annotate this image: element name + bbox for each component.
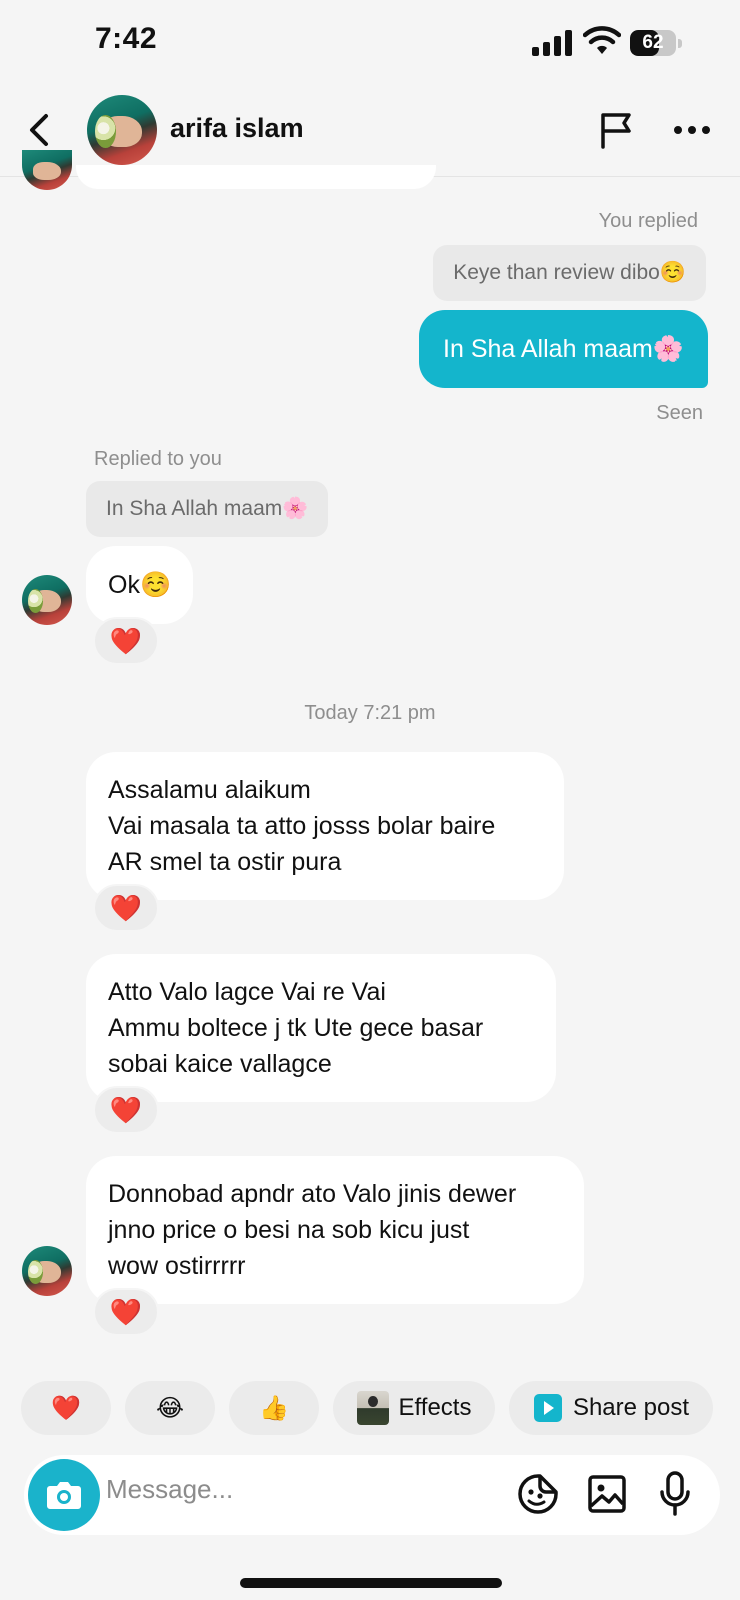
share-post-label: Share post: [572, 1394, 690, 1421]
more-horizontal-icon: [674, 126, 710, 134]
you-replied-label: You replied: [598, 210, 698, 232]
message-bubble-incoming-partial[interactable]: [76, 165, 436, 189]
heart-reaction[interactable]: ❤️: [93, 1288, 159, 1336]
laughing-face-icon: 😂: [155, 1394, 185, 1422]
quoted-message[interactable]: In Sha Allah maam🌸: [86, 481, 329, 537]
heart-reaction[interactable]: ❤️: [93, 884, 159, 932]
effects-thumbnail-icon: [356, 1391, 389, 1425]
replied-to-you-label: Replied to you: [94, 448, 222, 470]
report-button[interactable]: [596, 110, 636, 150]
heart-reaction[interactable]: ❤️: [93, 617, 159, 665]
message-bubble-incoming[interactable]: Assalamu alaikum Vai masala ta atto joss…: [86, 752, 564, 900]
more-options-button[interactable]: [672, 117, 712, 143]
contact-avatar[interactable]: [87, 95, 157, 165]
camera-icon: [47, 1482, 81, 1509]
message-bubble-incoming[interactable]: Donnobad apndr ato Valo jinis dewer jnno…: [86, 1156, 584, 1304]
quoted-message[interactable]: Keye than review dibo☺️: [433, 245, 706, 301]
sticker-button[interactable]: [516, 1472, 560, 1521]
contact-avatar-small: [22, 150, 72, 190]
image-icon: [588, 1475, 626, 1513]
back-button[interactable]: [24, 110, 54, 150]
wifi-icon: [582, 26, 622, 56]
voice-message-button[interactable]: [657, 1470, 693, 1523]
effects-button[interactable]: Effects: [333, 1381, 495, 1435]
battery-percent: 62: [642, 32, 664, 53]
heart-icon: ❤️: [51, 1394, 81, 1422]
share-post-icon: [533, 1394, 562, 1422]
share-post-button[interactable]: Share post: [509, 1381, 713, 1435]
quick-react-thumbs-up[interactable]: 👍: [229, 1381, 319, 1435]
contact-avatar-small[interactable]: [22, 575, 72, 625]
chevron-left-icon: [30, 114, 48, 146]
quick-react-heart[interactable]: ❤️: [21, 1381, 111, 1435]
message-bubble-incoming[interactable]: Atto Valo lagce Vai re Vai Ammu boltece …: [86, 954, 556, 1102]
message-bubble-incoming[interactable]: Ok☺️: [86, 546, 194, 624]
flag-icon: [601, 113, 631, 149]
sticker-icon: [518, 1474, 558, 1514]
quick-react-laugh[interactable]: 😂: [125, 1381, 215, 1435]
contact-avatar-small[interactable]: [22, 1246, 72, 1296]
message-input[interactable]: Message...: [106, 1474, 233, 1505]
battery-icon: 62: [630, 30, 682, 56]
microphone-icon: [660, 1471, 690, 1516]
cellular-signal-icon: [532, 30, 572, 56]
heart-reaction[interactable]: ❤️: [93, 1086, 159, 1134]
home-indicator[interactable]: [240, 1578, 502, 1588]
gallery-button[interactable]: [587, 1473, 627, 1520]
thumbs-up-icon: 👍: [259, 1394, 289, 1422]
contact-name[interactable]: arifa islam: [170, 113, 304, 144]
message-bubble-outgoing[interactable]: In Sha Allah maam🌸: [419, 310, 708, 388]
effects-label: Effects: [398, 1394, 472, 1421]
camera-button[interactable]: [28, 1459, 100, 1531]
status-time: 7:42: [95, 22, 158, 55]
timestamp: Today 7:21 pm: [304, 702, 436, 724]
seen-status: Seen: [656, 402, 703, 424]
